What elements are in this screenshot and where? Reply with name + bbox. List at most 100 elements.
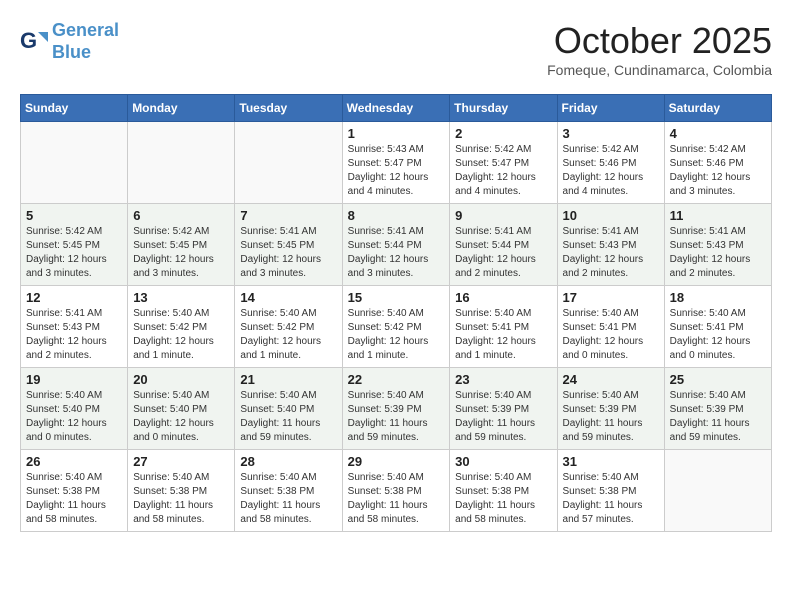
- calendar-cell: 6 Sunrise: 5:42 AMSunset: 5:45 PMDaylight…: [128, 204, 235, 286]
- day-number: 21: [240, 372, 336, 387]
- calendar-cell: 30Sunrise: 5:40 AMSunset: 5:38 PMDayligh…: [450, 450, 557, 532]
- day-info: Sunrise: 5:40 AMSunset: 5:39 PMDaylight:…: [563, 389, 659, 445]
- calendar-cell: [128, 122, 235, 204]
- day-info: Sunrise: 5:40 AMSunset: 5:39 PMDaylight:…: [670, 389, 766, 445]
- day-info: Sunrise: 5:41 AMSunset: 5:44 PMDaylight:…: [455, 225, 551, 281]
- day-info: Sunrise: 5:41 AMSunset: 5:43 PMDaylight:…: [26, 307, 122, 363]
- calendar-cell: 5 Sunrise: 5:42 AMSunset: 5:45 PMDaylight…: [21, 204, 128, 286]
- calendar-cell: 10 Sunrise: 5:41 AMSunset: 5:43 PMDayligh…: [557, 204, 664, 286]
- day-info: Sunrise: 5:41 AMSunset: 5:44 PMDaylight:…: [348, 225, 445, 281]
- day-number: 4: [670, 126, 766, 141]
- day-number: 26: [26, 454, 122, 469]
- day-info: Sunrise: 5:40 AMSunset: 5:39 PMDaylight:…: [348, 389, 445, 445]
- day-number: 31: [563, 454, 659, 469]
- day-info: Sunrise: 5:43 AMSunset: 5:47 PMDaylight:…: [348, 143, 445, 199]
- calendar-cell: 1Sunrise: 5:43 AMSunset: 5:47 PMDaylight…: [342, 122, 450, 204]
- day-info: Sunrise: 5:40 AMSunset: 5:38 PMDaylight:…: [26, 471, 122, 527]
- calendar-cell: 4 Sunrise: 5:42 AMSunset: 5:46 PMDaylight…: [664, 122, 771, 204]
- calendar-cell: 11 Sunrise: 5:41 AMSunset: 5:43 PMDayligh…: [664, 204, 771, 286]
- calendar-cell: 18Sunrise: 5:40 AMSunset: 5:41 PMDayligh…: [664, 286, 771, 368]
- calendar-cell: 17 Sunrise: 5:40 AMSunset: 5:41 PMDayligh…: [557, 286, 664, 368]
- day-info: Sunrise: 5:40 AMSunset: 5:38 PMDaylight:…: [133, 471, 229, 527]
- page-header: G General Blue October 2025 Fomeque, Cun…: [20, 20, 772, 78]
- calendar-cell: 16 Sunrise: 5:40 AMSunset: 5:41 PMDayligh…: [450, 286, 557, 368]
- day-info: Sunrise: 5:40 AMSunset: 5:42 PMDaylight:…: [240, 307, 336, 363]
- day-number: 11: [670, 208, 766, 223]
- logo-text: General Blue: [52, 20, 119, 63]
- calendar-cell: 14Sunrise: 5:40 AMSunset: 5:42 PMDayligh…: [235, 286, 342, 368]
- day-info: Sunrise: 5:41 AMSunset: 5:45 PMDaylight:…: [240, 225, 336, 281]
- day-number: 28: [240, 454, 336, 469]
- day-number: 2: [455, 126, 551, 141]
- col-header-saturday: Saturday: [664, 95, 771, 122]
- calendar-week-row: 12 Sunrise: 5:41 AMSunset: 5:43 PMDayligh…: [21, 286, 772, 368]
- day-info: Sunrise: 5:40 AMSunset: 5:40 PMDaylight:…: [133, 389, 229, 445]
- day-number: 30: [455, 454, 551, 469]
- day-number: 9: [455, 208, 551, 223]
- day-info: Sunrise: 5:40 AMSunset: 5:39 PMDaylight:…: [455, 389, 551, 445]
- day-info: Sunrise: 5:40 AMSunset: 5:42 PMDaylight:…: [348, 307, 445, 363]
- day-info: Sunrise: 5:40 AMSunset: 5:40 PMDaylight:…: [240, 389, 336, 445]
- day-number: 12: [26, 290, 122, 305]
- day-number: 24: [563, 372, 659, 387]
- calendar-cell: 29 Sunrise: 5:40 AMSunset: 5:38 PMDayligh…: [342, 450, 450, 532]
- day-number: 17: [563, 290, 659, 305]
- day-info: Sunrise: 5:42 AMSunset: 5:46 PMDaylight:…: [670, 143, 766, 199]
- calendar-cell: 7Sunrise: 5:41 AMSunset: 5:45 PMDaylight…: [235, 204, 342, 286]
- title-block: October 2025 Fomeque, Cundinamarca, Colo…: [547, 20, 772, 78]
- day-number: 8: [348, 208, 445, 223]
- day-number: 3: [563, 126, 659, 141]
- calendar-cell: 21 Sunrise: 5:40 AMSunset: 5:40 PMDayligh…: [235, 368, 342, 450]
- location-subtitle: Fomeque, Cundinamarca, Colombia: [547, 62, 772, 78]
- calendar-cell: 27 Sunrise: 5:40 AMSunset: 5:38 PMDayligh…: [128, 450, 235, 532]
- calendar-cell: 2Sunrise: 5:42 AMSunset: 5:47 PMDaylight…: [450, 122, 557, 204]
- day-info: Sunrise: 5:41 AMSunset: 5:43 PMDaylight:…: [670, 225, 766, 281]
- day-number: 19: [26, 372, 122, 387]
- calendar-cell: 8 Sunrise: 5:41 AMSunset: 5:44 PMDaylight…: [342, 204, 450, 286]
- day-info: Sunrise: 5:40 AMSunset: 5:42 PMDaylight:…: [133, 307, 229, 363]
- day-info: Sunrise: 5:40 AMSunset: 5:38 PMDaylight:…: [240, 471, 336, 527]
- svg-text:G: G: [20, 28, 37, 53]
- day-info: Sunrise: 5:42 AMSunset: 5:45 PMDaylight:…: [133, 225, 229, 281]
- day-info: Sunrise: 5:40 AMSunset: 5:38 PMDaylight:…: [348, 471, 445, 527]
- calendar-cell: 20 Sunrise: 5:40 AMSunset: 5:40 PMDayligh…: [128, 368, 235, 450]
- day-info: Sunrise: 5:40 AMSunset: 5:41 PMDaylight:…: [563, 307, 659, 363]
- day-number: 5: [26, 208, 122, 223]
- calendar-cell: [664, 450, 771, 532]
- col-header-monday: Monday: [128, 95, 235, 122]
- day-number: 15: [348, 290, 445, 305]
- day-number: 10: [563, 208, 659, 223]
- day-info: Sunrise: 5:40 AMSunset: 5:38 PMDaylight:…: [563, 471, 659, 527]
- col-header-thursday: Thursday: [450, 95, 557, 122]
- calendar-cell: [21, 122, 128, 204]
- month-title: October 2025: [547, 20, 772, 62]
- day-info: Sunrise: 5:42 AMSunset: 5:45 PMDaylight:…: [26, 225, 122, 281]
- col-header-wednesday: Wednesday: [342, 95, 450, 122]
- day-number: 16: [455, 290, 551, 305]
- calendar-week-row: 1Sunrise: 5:43 AMSunset: 5:47 PMDaylight…: [21, 122, 772, 204]
- calendar-cell: 23Sunrise: 5:40 AMSunset: 5:39 PMDayligh…: [450, 368, 557, 450]
- day-info: Sunrise: 5:41 AMSunset: 5:43 PMDaylight:…: [563, 225, 659, 281]
- calendar-week-row: 26 Sunrise: 5:40 AMSunset: 5:38 PMDayligh…: [21, 450, 772, 532]
- col-header-sunday: Sunday: [21, 95, 128, 122]
- calendar-cell: 9 Sunrise: 5:41 AMSunset: 5:44 PMDaylight…: [450, 204, 557, 286]
- logo-icon: G: [20, 28, 48, 56]
- calendar-cell: 3 Sunrise: 5:42 AMSunset: 5:46 PMDaylight…: [557, 122, 664, 204]
- day-number: 22: [348, 372, 445, 387]
- day-number: 20: [133, 372, 229, 387]
- day-number: 6: [133, 208, 229, 223]
- calendar-cell: 31 Sunrise: 5:40 AMSunset: 5:38 PMDayligh…: [557, 450, 664, 532]
- logo: G General Blue: [20, 20, 119, 63]
- calendar-cell: 24 Sunrise: 5:40 AMSunset: 5:39 PMDayligh…: [557, 368, 664, 450]
- day-info: Sunrise: 5:42 AMSunset: 5:46 PMDaylight:…: [563, 143, 659, 199]
- calendar-cell: 13 Sunrise: 5:40 AMSunset: 5:42 PMDayligh…: [128, 286, 235, 368]
- day-number: 27: [133, 454, 229, 469]
- col-header-friday: Friday: [557, 95, 664, 122]
- day-info: Sunrise: 5:40 AMSunset: 5:41 PMDaylight:…: [455, 307, 551, 363]
- calendar-week-row: 5 Sunrise: 5:42 AMSunset: 5:45 PMDaylight…: [21, 204, 772, 286]
- day-number: 29: [348, 454, 445, 469]
- calendar-cell: 22 Sunrise: 5:40 AMSunset: 5:39 PMDayligh…: [342, 368, 450, 450]
- day-number: 13: [133, 290, 229, 305]
- col-header-tuesday: Tuesday: [235, 95, 342, 122]
- calendar-week-row: 19 Sunrise: 5:40 AMSunset: 5:40 PMDayligh…: [21, 368, 772, 450]
